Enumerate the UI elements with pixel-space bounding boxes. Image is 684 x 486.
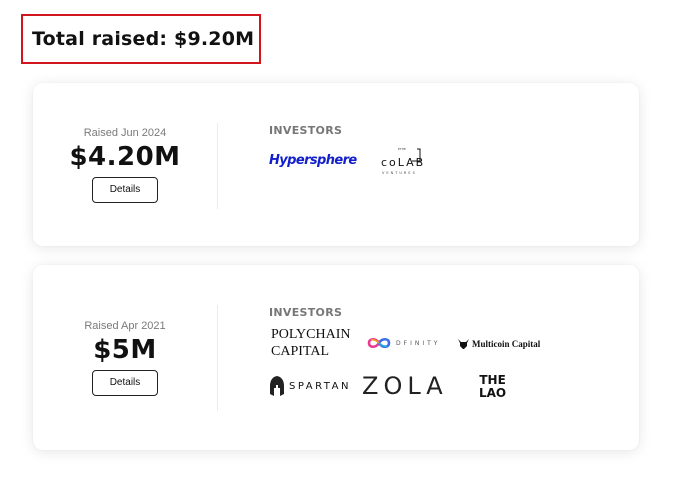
details-button[interactable]: Details bbox=[92, 369, 158, 396]
dfinity-name: DFINITY bbox=[396, 339, 441, 347]
raised-date: Raised Jun 2024 bbox=[83, 126, 167, 139]
funding-round-card: Raised Jun 2024 $4.20M Details INVESTORS… bbox=[33, 83, 639, 246]
infinity-icon bbox=[367, 337, 391, 349]
round-amount: $5M bbox=[93, 334, 157, 365]
dfinity-logo[interactable]: DFINITY bbox=[366, 336, 440, 350]
round-amount: $4.20M bbox=[69, 141, 181, 172]
polychain-line1: POLYCHAIN bbox=[271, 327, 351, 342]
spartan-helmet-icon bbox=[270, 376, 284, 396]
polychain-capital-logo[interactable]: POLYCHAIN CAPITAL bbox=[271, 326, 351, 360]
thelao-line2: LAO bbox=[479, 386, 507, 400]
colab-name: coLAB bbox=[381, 156, 426, 169]
investors-label: INVESTORS bbox=[269, 124, 343, 137]
investors-label: INVESTORS bbox=[269, 306, 343, 319]
total-raised-highlight: Total raised: $9.20M bbox=[21, 14, 261, 64]
total-raised-text: Total raised: $9.20M bbox=[32, 28, 255, 50]
funding-round-card: Raised Apr 2021 $5M Details INVESTORS PO… bbox=[33, 265, 639, 450]
spartan-logo[interactable]: SPARTAN bbox=[270, 376, 351, 396]
zola-name: ZOLA bbox=[362, 372, 448, 400]
raised-date: Raised Apr 2021 bbox=[84, 319, 166, 332]
polychain-line2: CAPITAL bbox=[271, 344, 329, 359]
divider bbox=[217, 123, 218, 209]
hypersphere-logo[interactable]: Hypersphere bbox=[269, 153, 357, 168]
investor-name: Hypersphere bbox=[269, 153, 357, 168]
the-lao-logo[interactable]: THE LAO bbox=[479, 374, 506, 400]
zola-logo[interactable]: ZOLA bbox=[362, 372, 448, 400]
divider bbox=[217, 305, 218, 411]
multicoin-bull-icon bbox=[458, 339, 469, 349]
multicoin-name: Multicoin Capital bbox=[472, 338, 541, 349]
colab-sub-text: VENTURES bbox=[382, 171, 417, 175]
details-button[interactable]: Details bbox=[92, 176, 158, 203]
spartan-name: SPARTAN bbox=[289, 380, 351, 392]
round-summary: Raised Apr 2021 $5M Details bbox=[33, 265, 217, 450]
colab-top-text: ETHE bbox=[398, 147, 406, 151]
multicoin-capital-logo[interactable]: Multicoin Capital bbox=[458, 338, 540, 349]
round-summary: Raised Jun 2024 $4.20M Details bbox=[33, 83, 217, 246]
colab-ventures-logo[interactable]: ETHE coLAB VENTURES bbox=[381, 147, 423, 179]
